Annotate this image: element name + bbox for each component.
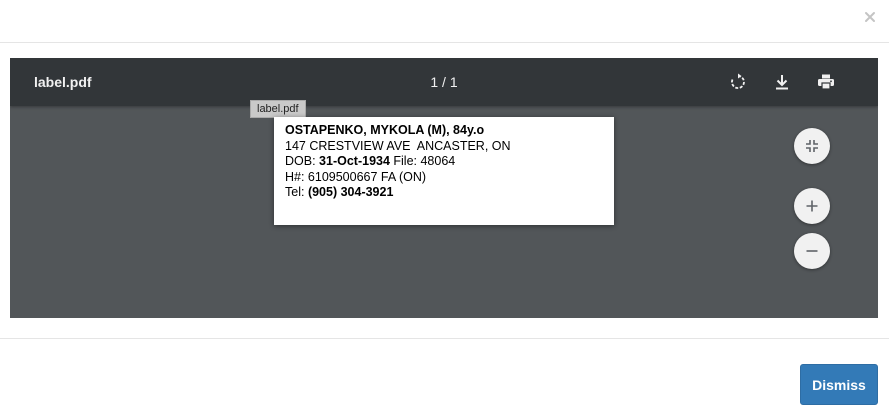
zoom-out-icon[interactable] — [794, 233, 830, 269]
pdf-toolbar: label.pdf 1 / 1 — [10, 58, 878, 106]
pdf-viewer: label.pdf 1 / 1 label.pdf OSTAPENKO, MYK… — [10, 58, 878, 318]
fit-page-icon[interactable] — [794, 128, 830, 164]
close-icon[interactable] — [862, 9, 878, 25]
file-number: File: 48064 — [389, 154, 456, 168]
download-icon[interactable] — [770, 70, 794, 94]
health-number: H#: 6109500667 FA (ON) — [285, 169, 427, 184]
tel-label: Tel: — [285, 185, 308, 199]
footer-divider — [0, 338, 889, 339]
filename-tooltip: label.pdf — [250, 100, 306, 118]
patient-phone-line: Tel: (905) 304-3921 — [285, 185, 603, 201]
dob-label: DOB: — [285, 154, 320, 168]
header-divider — [0, 42, 889, 43]
pdf-page: OSTAPENKO, MYKOLA (M), 84y.o 147 CRESTVI… — [274, 117, 614, 225]
patient-name: OSTAPENKO, MYKOLA (M), 84y.o — [285, 123, 485, 137]
patient-dob-line: DOB: 31-Oct-1934 File: 48064 — [285, 154, 603, 170]
dismiss-button[interactable]: Dismiss — [800, 364, 878, 405]
zoom-in-icon[interactable] — [794, 188, 830, 224]
patient-address: 147 CRESTVIEW AVE ANCASTER, ON — [285, 138, 511, 153]
print-icon[interactable] — [814, 70, 838, 94]
rotate-icon[interactable] — [726, 70, 750, 94]
tel-value: (905) 304-3921 — [307, 185, 394, 199]
dob-value: 31-Oct-1934 — [319, 154, 390, 168]
